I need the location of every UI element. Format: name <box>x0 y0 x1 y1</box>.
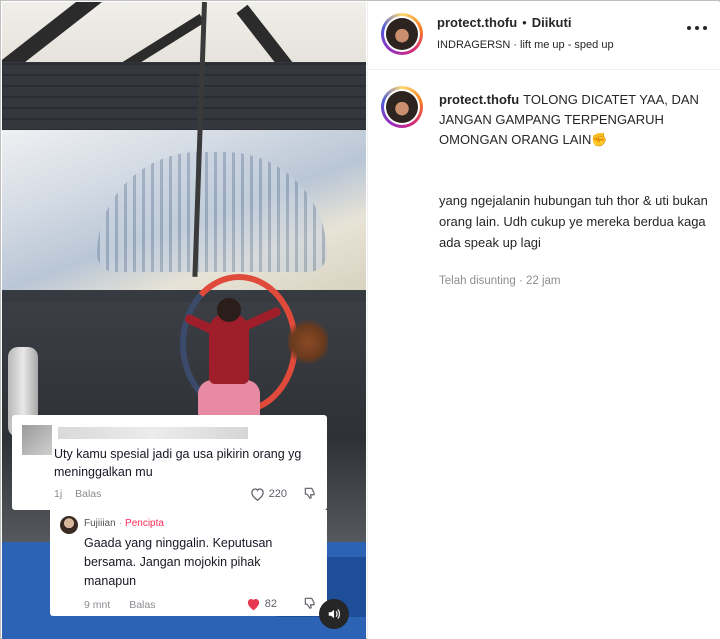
caption-paragraph: yang ngejalanin hubungan tuh thor & uti … <box>439 193 708 250</box>
overlay-reply-like-count: 82 <box>264 598 277 610</box>
blurred-avatar <box>22 425 52 455</box>
post-header: protect.thofu • Diikuti INDRAGERSN · lift me… <box>368 2 720 70</box>
heart-filled-icon <box>247 599 259 611</box>
overlay-reply-card: Fujiiian · Pencipta Gaada yang ninggalin. … <box>50 510 327 616</box>
caption-author-avatar[interactable] <box>381 86 423 128</box>
overlay-reply-text: Gaada yang ninggalin. Keputusan bersama.… <box>84 536 273 588</box>
author-username-link[interactable]: protect.thofu <box>437 15 517 30</box>
overlay-comment-meta: 1j Balas <box>54 488 111 500</box>
caption-text-block: protect.thofu TOLONG DICATET YAA, DAN JAN… <box>439 90 711 150</box>
video-scene-plant <box>288 317 328 367</box>
post-details-panel: protect.thofu • Diikuti INDRAGERSN · lift me… <box>367 2 720 639</box>
overlay-comment-reply: Balas <box>75 488 102 500</box>
separator-dot: · <box>513 39 518 51</box>
avatar-image <box>386 18 418 50</box>
audio-track: lift me up - sped up <box>520 39 614 51</box>
post-modal: Uty kamu spesial jadi ga usa pikirin ora… <box>0 0 720 639</box>
video-scene-person-head <box>217 298 241 322</box>
avatar-image <box>386 91 418 123</box>
overlay-comment-time: 1j <box>54 488 63 500</box>
overlay-reply-reply: Balas <box>129 599 156 611</box>
caption-timestamp: 22 jam <box>525 275 561 287</box>
overlay-reply-author: Fujiiian <box>84 518 116 529</box>
overlay-reply-time: 9 mnt <box>84 599 111 611</box>
overlay-reply-author-line: Fujiiian · Pencipta <box>84 518 164 529</box>
overlay-comment-text: Uty kamu spesial jadi ga usa pikirin ora… <box>54 447 302 479</box>
audio-toggle-button[interactable] <box>319 599 349 629</box>
audio-attribution[interactable]: INDRAGERSN · lift me up - sped up <box>437 39 614 51</box>
thumbs-down-icon <box>304 597 315 609</box>
avatar <box>60 516 78 534</box>
overlay-reply-likes: 82 <box>246 597 277 611</box>
header-user-line: protect.thofu • Diikuti <box>437 15 571 30</box>
separator-dot: • <box>522 15 527 30</box>
caption-meta: Telah disunting · 22 jam <box>439 275 561 287</box>
overlay-comment-card: Uty kamu spesial jadi ga usa pikirin ora… <box>12 415 327 510</box>
separator-dot: · <box>518 275 523 287</box>
overlay-reply-meta: 9 mnt Balas <box>84 599 171 611</box>
follow-status-button[interactable]: Diikuti <box>532 15 572 30</box>
speaker-icon <box>328 609 340 619</box>
video-scene-person-legs <box>198 380 260 418</box>
thumbs-down-icon <box>304 487 315 499</box>
blurred-username <box>58 427 248 439</box>
edited-label: Telah disunting <box>439 275 516 287</box>
overlay-comment-likes: 220 <box>250 487 287 501</box>
separator-dot: · <box>118 518 123 529</box>
audio-artist: INDRAGERSN <box>437 39 511 51</box>
caption-username-link[interactable]: protect.thofu <box>439 92 519 107</box>
heart-outline-icon <box>250 488 264 501</box>
overlay-comment-like-count: 220 <box>268 488 287 500</box>
author-avatar[interactable] <box>381 13 423 55</box>
more-options-icon[interactable] <box>687 26 707 32</box>
post-video[interactable]: Uty kamu spesial jadi ga usa pikirin ora… <box>2 2 366 639</box>
creator-badge: Pencipta <box>125 518 164 529</box>
